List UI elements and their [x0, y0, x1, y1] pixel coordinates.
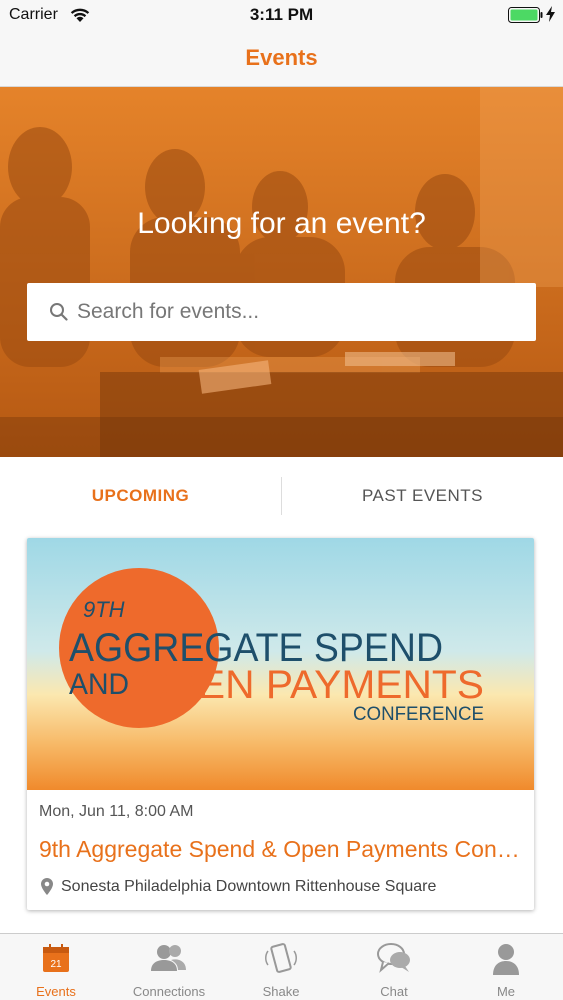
bottom-tab-bar: 21 Events Connections Shake Chat Me — [0, 933, 563, 1000]
phone-shake-icon — [225, 943, 337, 975]
calendar-day: 21 — [50, 959, 62, 970]
event-location: Sonesta Philadelphia Downtown Rittenhous… — [61, 878, 437, 895]
event-banner-image: 9TH AGGREGATE SPEND AND OPEN PAYMENTS CO… — [27, 538, 534, 790]
tab-bar-label-me: Me — [496, 984, 516, 999]
tab-bar-label-chat: Chat — [380, 984, 408, 999]
tab-bar-item-shake[interactable]: Shake — [225, 934, 337, 1000]
event-tabs: UPCOMING PAST EVENTS — [0, 457, 563, 535]
charging-icon — [546, 6, 555, 27]
location-pin-icon — [41, 878, 53, 900]
hero-background-image — [0, 87, 563, 457]
person-icon — [450, 943, 562, 975]
search-bar[interactable] — [27, 283, 536, 341]
search-icon — [49, 302, 68, 326]
tab-bar-item-me[interactable]: Me — [450, 934, 562, 1000]
banner-and: AND — [69, 668, 129, 701]
event-date: Mon, Jun 11, 8:00 AM — [39, 803, 194, 820]
people-icon — [113, 943, 225, 973]
tab-upcoming[interactable]: UPCOMING — [0, 457, 281, 535]
tab-bar-item-events[interactable]: 21 Events — [0, 934, 112, 1000]
tab-bar-label-events: Events — [36, 984, 76, 999]
page-title: Events — [245, 45, 318, 70]
banner-line2: OPEN PAYMENTS — [139, 663, 484, 707]
chat-icon — [338, 943, 450, 973]
banner-line3: CONFERENCE — [353, 704, 484, 725]
tab-bar-label-connections: Connections — [132, 984, 206, 999]
navigation-bar: Events — [0, 30, 563, 87]
tab-bar-label-shake: Shake — [262, 984, 300, 999]
hero-banner: Looking for an event? — [0, 87, 563, 457]
tab-bar-item-connections[interactable]: Connections — [113, 934, 225, 1000]
battery-icon — [508, 7, 544, 28]
status-time: 3:11 PM — [249, 5, 314, 24]
search-input[interactable] — [77, 283, 517, 341]
tab-past-events[interactable]: PAST EVENTS — [282, 457, 563, 535]
status-bar: Carrier 3:11 PM — [0, 0, 563, 30]
hero-title: Looking for an event? — [137, 207, 426, 240]
banner-number: 9TH — [83, 597, 125, 622]
event-title[interactable]: 9th Aggregate Spend & Open Payments Conf… — [39, 836, 525, 863]
tab-bar-item-chat[interactable]: Chat — [338, 934, 450, 1000]
calendar-icon: 21 — [0, 943, 112, 973]
event-card[interactable]: 9TH AGGREGATE SPEND AND OPEN PAYMENTS CO… — [27, 538, 534, 910]
